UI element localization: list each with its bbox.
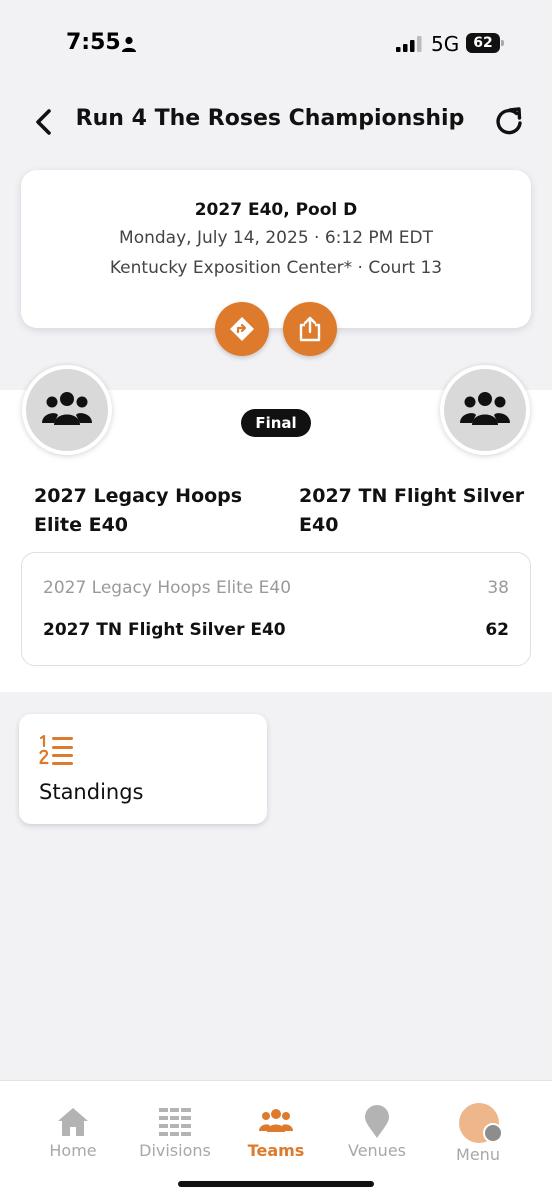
standings-button[interactable]: Standings <box>19 714 267 824</box>
score-team-name: 2027 Legacy Hoops Elite E40 <box>43 578 292 598</box>
refresh-icon[interactable] <box>494 104 526 138</box>
tab-teams-label: Teams <box>247 1141 305 1160</box>
teams-icon <box>259 1109 293 1132</box>
tab-divisions-label: Divisions <box>139 1141 211 1160</box>
tab-venues[interactable]: Venues <box>322 1081 432 1171</box>
page-title: Run 4 The Roses Championship <box>75 106 465 131</box>
pool-name: 2027 E40, Pool D <box>194 200 358 220</box>
tab-home-label: Home <box>49 1141 97 1160</box>
menu-icon <box>483 1123 503 1143</box>
network-label: 5G <box>431 32 460 56</box>
directions-icon <box>230 317 254 341</box>
score-box: 2027 Legacy Hoops Elite E40 38 2027 TN F… <box>21 552 531 666</box>
ranked-list-icon <box>39 734 73 765</box>
status-time: 7:55 <box>66 30 121 55</box>
tab-venues-label: Venues <box>347 1141 406 1160</box>
back-icon[interactable] <box>30 106 58 138</box>
directions-button[interactable] <box>215 302 269 356</box>
game-venue: Kentucky Exposition Center* · Court 13 <box>109 258 443 278</box>
person-icon <box>122 36 136 52</box>
score-points: 62 <box>485 620 509 640</box>
game-status-badge: Final <box>241 409 311 437</box>
game-info-card: 2027 E40, Pool D Monday, July 14, 2025 ·… <box>21 170 531 328</box>
tab-home[interactable]: Home <box>18 1081 128 1171</box>
score-points: 38 <box>487 578 509 598</box>
away-team-avatar[interactable] <box>440 365 530 455</box>
team-icon <box>42 392 92 425</box>
tab-menu[interactable]: Menu <box>423 1081 533 1171</box>
battery-icon: 62 <box>466 33 504 53</box>
home-icon <box>58 1108 88 1136</box>
location-pin-icon <box>365 1105 389 1138</box>
tab-menu-label: Menu <box>456 1145 500 1164</box>
home-indicator <box>178 1181 374 1187</box>
away-team-name[interactable]: 2027 TN Flight Silver E40 <box>299 482 539 540</box>
game-datetime: Monday, July 14, 2025 · 6:12 PM EDT <box>119 228 433 248</box>
tab-teams[interactable]: Teams <box>221 1081 331 1171</box>
divisions-icon <box>159 1108 191 1136</box>
signal-icon <box>396 36 422 52</box>
score-team-name: 2027 TN Flight Silver E40 <box>43 620 286 640</box>
home-team-name[interactable]: 2027 Legacy Hoops Elite E40 <box>34 482 274 540</box>
share-icon <box>299 316 321 342</box>
share-button[interactable] <box>283 302 337 356</box>
battery-level: 62 <box>473 35 493 51</box>
team-icon <box>460 392 510 425</box>
home-team-avatar[interactable] <box>22 365 112 455</box>
tab-divisions[interactable]: Divisions <box>120 1081 230 1171</box>
standings-label: Standings <box>39 780 144 804</box>
